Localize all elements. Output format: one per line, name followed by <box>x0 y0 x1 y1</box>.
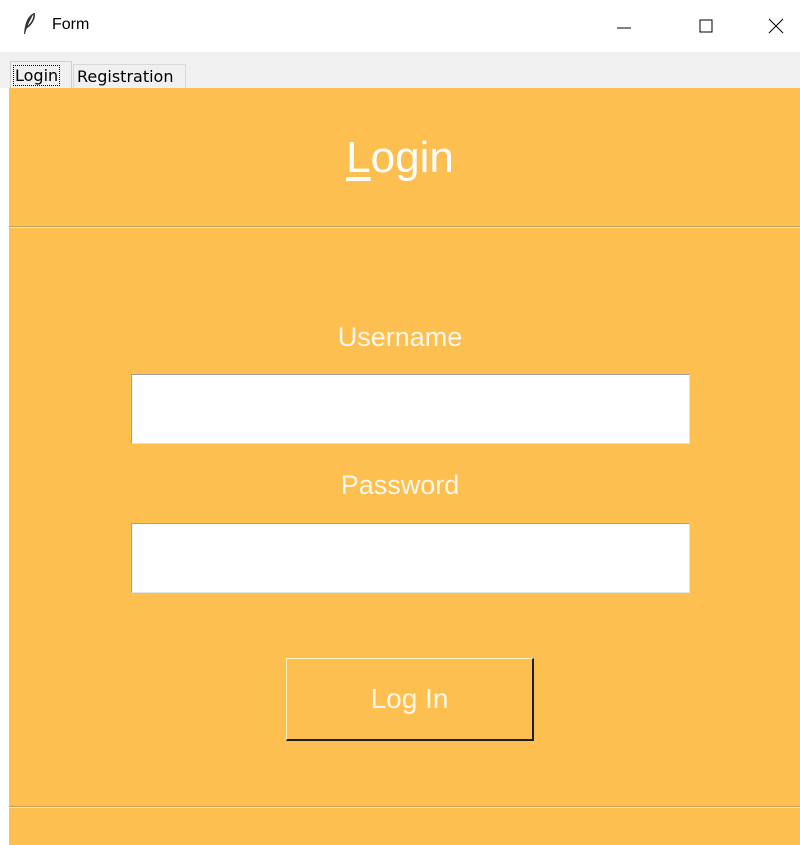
page-title: Login <box>0 133 800 183</box>
footer-divider <box>9 806 800 808</box>
username-label: Username <box>337 322 463 352</box>
tab-registration[interactable]: Registration <box>73 64 186 88</box>
tab-registration-label: Registration <box>77 67 174 86</box>
login-button-label: Log In <box>370 683 449 714</box>
login-button[interactable]: Log In <box>286 658 534 741</box>
title-bar: Form <box>0 0 800 52</box>
page-title-mnemonic: L <box>346 133 371 182</box>
password-label: Password <box>340 470 460 500</box>
minimize-icon <box>617 27 631 29</box>
password-input[interactable] <box>131 523 690 593</box>
close-icon <box>768 18 784 34</box>
tab-login[interactable]: Login <box>10 61 72 88</box>
tab-login-label: Login <box>12 64 61 86</box>
window-title: Form <box>52 16 90 33</box>
username-input[interactable] <box>131 374 690 444</box>
header-divider <box>9 226 800 228</box>
minimize-button[interactable] <box>594 0 654 52</box>
maximize-button[interactable] <box>676 0 736 52</box>
page-title-rest: ogin <box>370 133 454 182</box>
close-button[interactable] <box>746 0 800 52</box>
feather-icon <box>24 12 35 34</box>
maximize-icon <box>699 19 713 33</box>
